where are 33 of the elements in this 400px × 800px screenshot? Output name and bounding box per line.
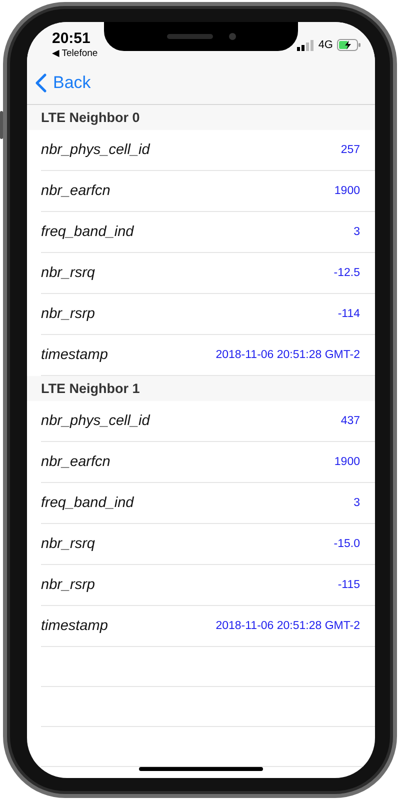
- row-label: nbr_rsrq: [41, 536, 95, 552]
- row-label: nbr_rsrp: [41, 306, 95, 322]
- row-value: 2018-11-06 20:51:28 GMT-2: [216, 620, 360, 632]
- row-value: -15.0: [334, 538, 360, 550]
- row-label: nbr_earfcn: [41, 454, 110, 470]
- status-time: 20:51: [52, 30, 92, 47]
- section-header: LTE Neighbor 0: [27, 105, 375, 130]
- row-value: 3: [354, 497, 360, 509]
- row-value: 1900: [334, 456, 360, 468]
- row-value: 1900: [334, 185, 360, 197]
- row-label: nbr_phys_cell_id: [41, 142, 150, 158]
- row-label: nbr_rsrq: [41, 265, 95, 281]
- row-value: -114: [338, 308, 360, 320]
- section-header: LTE Neighbor 1: [27, 376, 375, 401]
- row-value: -115: [338, 579, 360, 591]
- back-button[interactable]: Back: [35, 73, 91, 93]
- chevron-left-icon: [35, 73, 47, 93]
- row-value: 2018-11-06 20:51:28 GMT-2: [216, 349, 360, 361]
- row-label: timestamp: [41, 618, 108, 634]
- battery-charging-icon: [337, 39, 361, 51]
- row-value: 3: [354, 226, 360, 238]
- signal-icon: [297, 40, 314, 50]
- row-value: 437: [340, 415, 360, 427]
- row-label: nbr_phys_cell_id: [41, 413, 150, 429]
- network-type: 4G: [318, 39, 333, 51]
- row-value: -12.5: [334, 267, 360, 279]
- row-label: freq_band_ind: [41, 224, 134, 240]
- row-label: nbr_rsrp: [41, 577, 95, 593]
- row-value: 257: [340, 144, 360, 156]
- back-to-app-link[interactable]: ◀ Telefone: [52, 48, 98, 60]
- row-label: timestamp: [41, 347, 108, 363]
- row-label: freq_band_ind: [41, 495, 134, 511]
- row-label: nbr_earfcn: [41, 183, 110, 199]
